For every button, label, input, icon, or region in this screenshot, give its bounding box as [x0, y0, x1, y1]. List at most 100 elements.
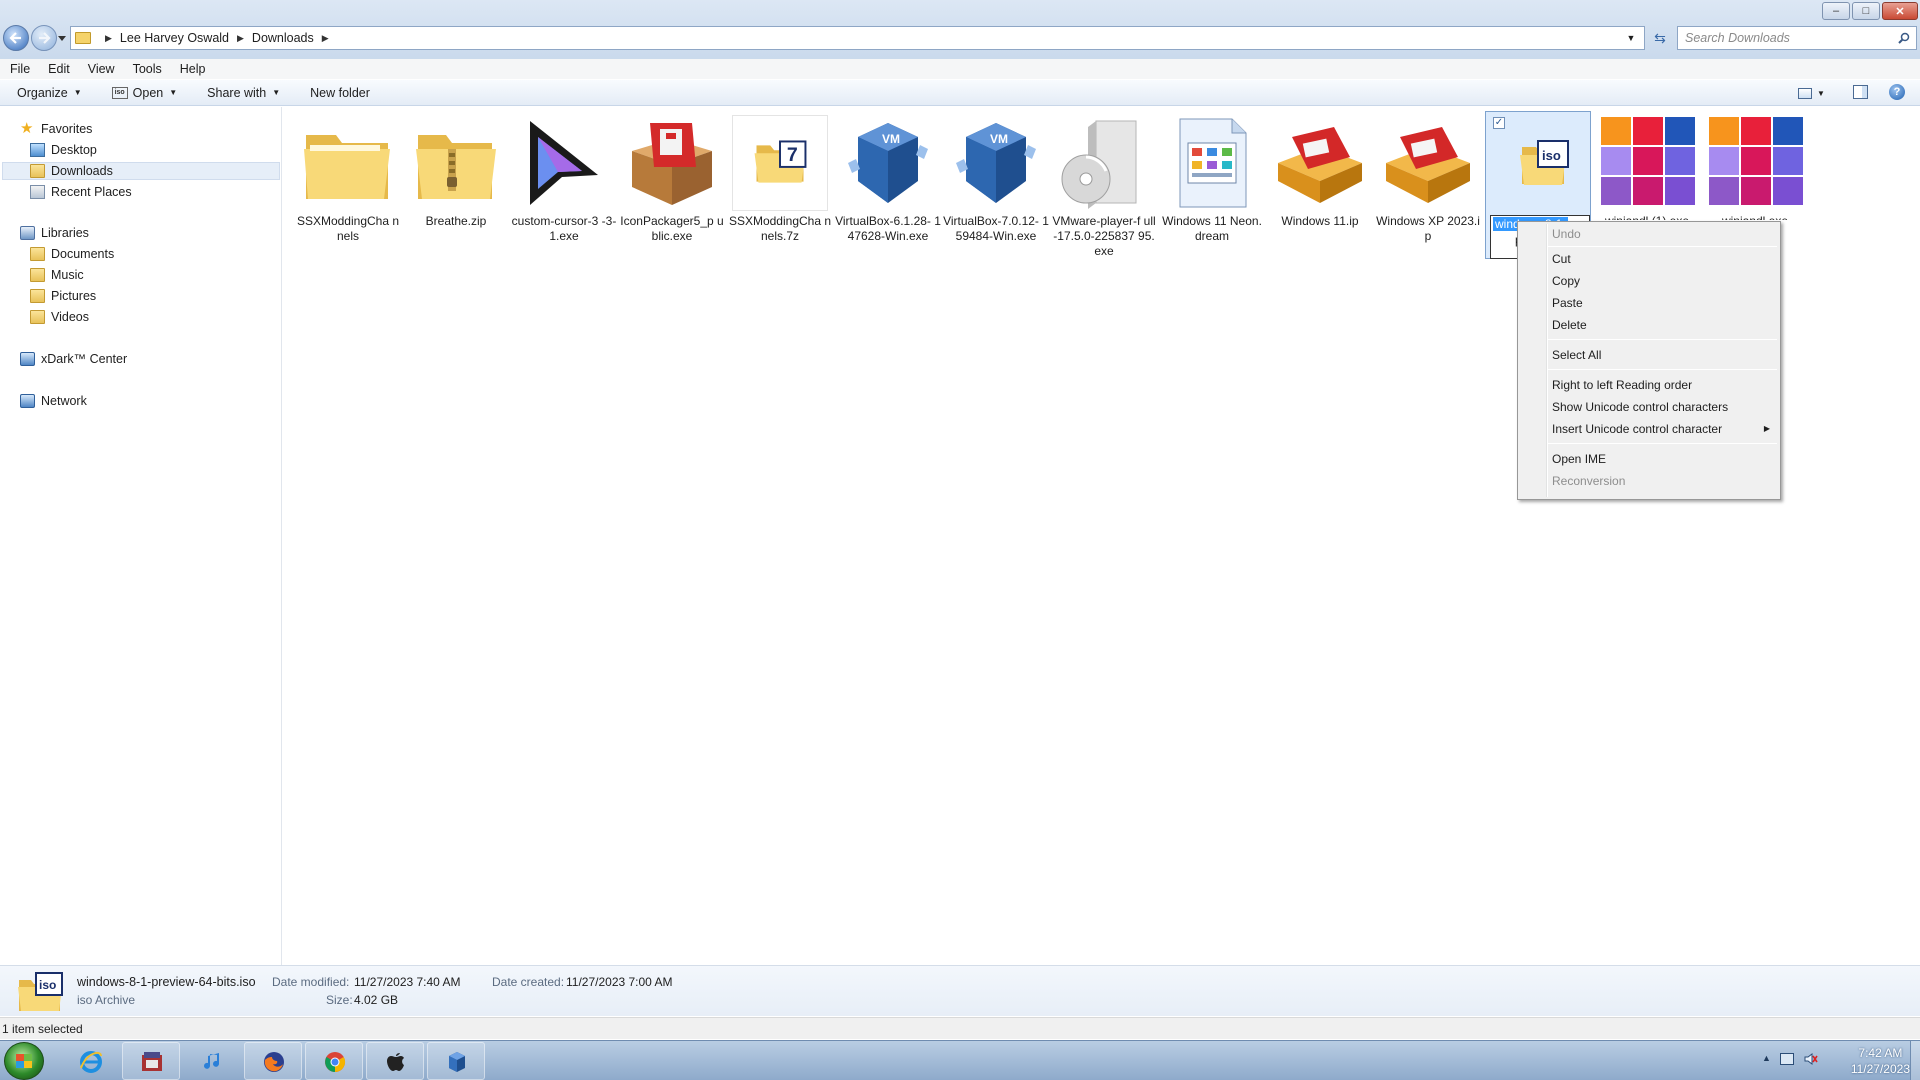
nav-label: Favorites — [41, 122, 93, 136]
details-pane: iso windows-8-1-preview-64-bits.iso iso … — [0, 965, 1920, 1016]
file-label: Windows XP 2023.ip — [1376, 214, 1480, 243]
taskbar-firefox[interactable] — [244, 1042, 302, 1080]
breadcrumb-user[interactable]: Lee Harvey Oswald — [120, 31, 229, 45]
taskbar-ie[interactable] — [61, 1042, 119, 1080]
start-button[interactable] — [4, 1042, 44, 1080]
nav-favorites[interactable]: ★ Favorites — [20, 120, 92, 138]
taskbar-chrome[interactable] — [305, 1042, 363, 1080]
package-box-icon — [624, 115, 720, 211]
ctx-paste[interactable]: Paste — [1552, 294, 1583, 312]
breadcrumb-downloads[interactable]: Downloads — [252, 31, 314, 45]
file-label: winiandl.exe — [1702, 214, 1808, 220]
share-with-button[interactable]: Share with ▼ — [207, 86, 280, 100]
menu-help[interactable]: Help — [180, 62, 206, 76]
close-button[interactable]: ✕ — [1882, 2, 1918, 20]
details-date-modified: 11/27/2023 7:40 AM — [354, 975, 461, 989]
iso-icon-text: iso — [39, 978, 56, 992]
new-folder-button[interactable]: New folder — [310, 86, 370, 100]
nav-videos[interactable]: Videos — [30, 308, 89, 326]
title-bar: ▶ Lee Harvey Oswald ▶ Downloads ▶ ▼ ⇆ Se… — [0, 0, 1920, 62]
file-item[interactable]: Windows 11 Neon.dream — [1159, 115, 1265, 244]
help-button[interactable]: ? — [1889, 84, 1905, 100]
nav-music[interactable]: Music — [30, 266, 84, 284]
search-icon[interactable] — [1898, 32, 1910, 44]
organize-button[interactable]: Organize ▼ — [17, 86, 82, 100]
back-arrow-icon — [9, 32, 21, 44]
file-item[interactable]: VM VirtualBox-7.0.12- 159484-Win.exe — [943, 115, 1049, 244]
breadcrumb-arrow-icon[interactable]: ▶ — [237, 33, 244, 44]
preview-pane-button[interactable] — [1853, 85, 1868, 99]
history-dropdown-icon[interactable] — [58, 34, 66, 42]
change-view-button[interactable]: ▼ — [1798, 85, 1832, 101]
ctx-insert-unicode[interactable]: Insert Unicode control character — [1552, 420, 1722, 438]
nav-documents[interactable]: Documents — [30, 245, 114, 263]
breadcrumb-arrow-icon[interactable]: ▶ — [105, 33, 112, 44]
ctx-cut[interactable]: Cut — [1552, 250, 1571, 268]
menu-separator — [1548, 246, 1777, 247]
file-item[interactable]: 7 SSXModdingCha nnels.7z — [727, 115, 833, 244]
back-button[interactable] — [3, 25, 29, 51]
file-item[interactable]: winiandl.exe — [1702, 115, 1808, 220]
nav-label: xDark™ Center — [41, 352, 128, 366]
tray-expand-icon[interactable]: ▲ — [1762, 1053, 1771, 1063]
address-dropdown-icon[interactable]: ▼ — [1619, 27, 1643, 49]
volume-muted-icon[interactable] — [1804, 1052, 1818, 1066]
clock[interactable]: 7:42 AM 11/27/2023 — [1851, 1045, 1910, 1077]
open-button[interactable]: iso Open ▼ — [111, 86, 177, 100]
nav-xdark-center[interactable]: xDark™ Center — [20, 350, 127, 368]
ctx-delete[interactable]: Delete — [1552, 316, 1587, 334]
menu-edit[interactable]: Edit — [48, 62, 70, 76]
refresh-button[interactable]: ⇆ — [1648, 26, 1672, 50]
file-item[interactable]: Windows XP 2023.ip — [1375, 115, 1481, 244]
file-item[interactable]: VM VirtualBox-6.1.28- 147628-Win.exe — [835, 115, 941, 244]
network-tray-icon[interactable] — [1780, 1053, 1794, 1065]
minimize-button[interactable]: – — [1822, 2, 1850, 20]
breadcrumb-arrow-icon[interactable]: ▶ — [322, 33, 329, 44]
ctx-reconversion[interactable]: Reconversion — [1552, 472, 1625, 490]
menu-file[interactable]: File — [10, 62, 30, 76]
star-icon: ★ — [20, 120, 34, 137]
nav-pictures[interactable]: Pictures — [30, 287, 96, 305]
nav-recent-places[interactable]: Recent Places — [30, 183, 132, 201]
details-size-label: Size: — [326, 993, 353, 1007]
recent-places-icon — [30, 185, 45, 199]
ctx-show-unicode[interactable]: Show Unicode control characters — [1552, 398, 1728, 416]
file-item[interactable]: VMware-player-f ull-17.5.0-225837 95.exe — [1051, 115, 1157, 259]
downloads-folder-icon — [30, 164, 45, 178]
taskbar-itunes[interactable] — [183, 1042, 241, 1080]
address-bar[interactable]: ▶ Lee Harvey Oswald ▶ Downloads ▶ ▼ — [70, 26, 1645, 50]
nav-downloads[interactable]: Downloads — [2, 162, 280, 180]
document-icon — [1164, 115, 1260, 211]
desktop-icon — [30, 143, 45, 157]
status-bar: 1 item selected — [0, 1017, 1920, 1039]
file-item[interactable]: Windows 11.ip — [1267, 115, 1373, 229]
taskbar-virtualbox[interactable] — [427, 1042, 485, 1080]
ctx-rtl-reading-order[interactable]: Right to left Reading order — [1552, 376, 1692, 394]
taskbar-mac-app[interactable] — [366, 1042, 424, 1080]
ctx-copy[interactable]: Copy — [1552, 272, 1580, 290]
chrome-icon — [325, 1052, 346, 1073]
ctx-undo[interactable]: Undo — [1552, 225, 1581, 243]
iso-file-icon: iso — [18, 972, 63, 1011]
open-app-icon: iso — [111, 86, 128, 99]
file-label: custom-cursor-3 -3-1.exe — [511, 214, 617, 243]
menu-view[interactable]: View — [88, 62, 115, 76]
file-item[interactable]: Breathe.zip — [403, 115, 509, 229]
menu-tools[interactable]: Tools — [133, 62, 162, 76]
pictures-icon — [30, 289, 45, 303]
show-desktop-button[interactable] — [1910, 1041, 1920, 1080]
nav-libraries[interactable]: Libraries — [20, 224, 89, 242]
nav-desktop[interactable]: Desktop — [30, 141, 97, 159]
ctx-open-ime[interactable]: Open IME — [1552, 450, 1606, 468]
maximize-button[interactable]: □ — [1852, 2, 1880, 20]
file-item[interactable]: custom-cursor-3 -3-1.exe — [511, 115, 617, 244]
taskbar-archive-app[interactable] — [122, 1042, 180, 1080]
file-item[interactable]: winiandl (1).exe — [1594, 115, 1700, 220]
file-item[interactable]: SSXModdingCha nnels — [295, 115, 401, 244]
file-item[interactable]: IconPackager5_p ublic.exe — [619, 115, 725, 244]
forward-button[interactable] — [31, 25, 57, 51]
ctx-select-all[interactable]: Select All — [1552, 346, 1601, 364]
search-input[interactable]: Search Downloads — [1677, 26, 1917, 50]
nav-network[interactable]: Network — [20, 392, 87, 410]
file-label: SSXModdingCha nnels.7z — [728, 214, 832, 243]
